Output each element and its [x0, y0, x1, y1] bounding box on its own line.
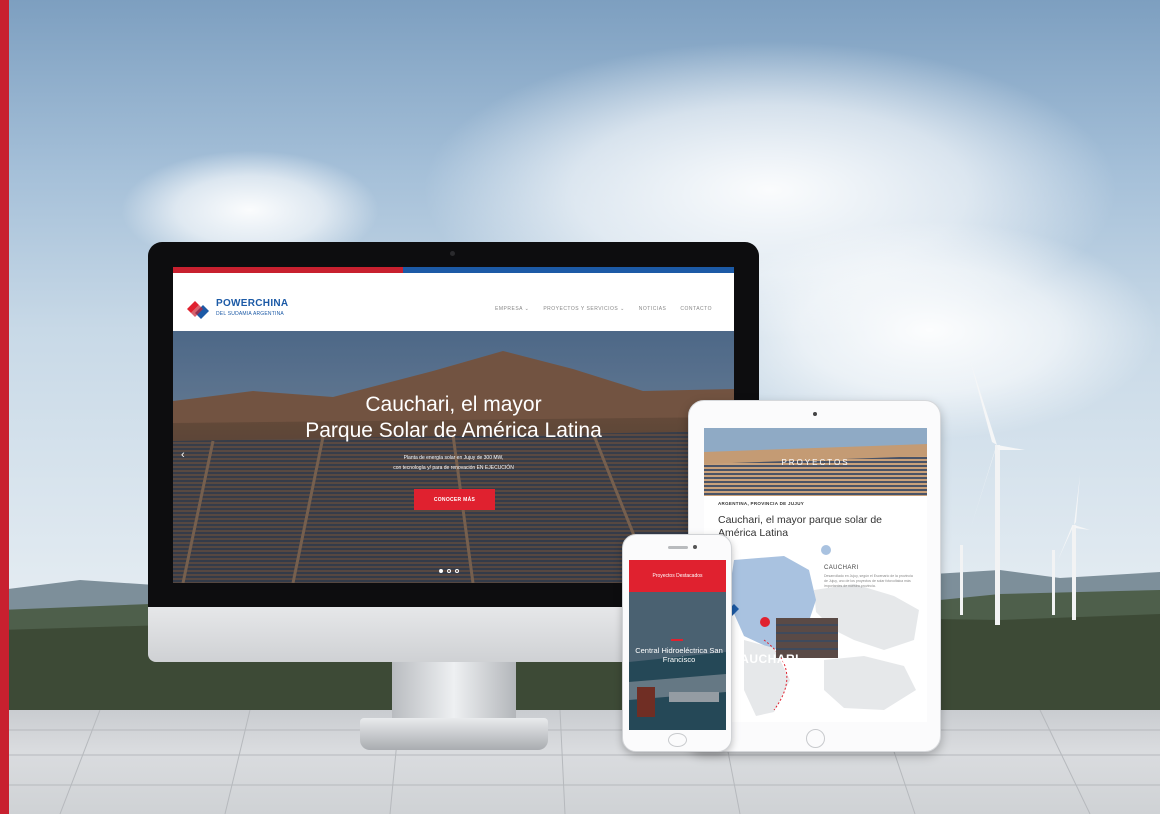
nav-item-contacto[interactable]: CONTACTO	[680, 306, 712, 312]
brand-name[interactable]: POWERCHINA	[216, 298, 288, 309]
prev-slide-arrow-icon[interactable]: ‹	[181, 449, 185, 461]
main-nav: EMPRESA ⌄ PROYECTOS Y SERVICIOS ⌄ NOTICI…	[495, 306, 712, 312]
article-meta: ARGENTINA, PROVINCIA DE JUJUY	[718, 501, 805, 506]
monitor-stand-foot	[360, 718, 548, 750]
nav-item-empresa[interactable]: EMPRESA ⌄	[495, 306, 529, 312]
phone-camera-icon	[693, 545, 697, 549]
article-title[interactable]: Cauchari, el mayor parque solar de Améri…	[718, 514, 918, 540]
powerchina-logo-icon[interactable]	[185, 299, 211, 319]
phone-tag	[671, 639, 683, 641]
tablet-home-button[interactable]	[806, 729, 825, 748]
brand-side-bar	[0, 0, 9, 814]
tablet-website: PROYECTOS ARGENTINA, PROVINCIA DE JUJUY …	[704, 428, 927, 722]
phone-home-button[interactable]	[668, 733, 687, 747]
slide-dot[interactable]	[447, 569, 451, 573]
phone-speaker	[668, 546, 688, 549]
nav-item-proyectos[interactable]: PROYECTOS Y SERVICIOS ⌄	[543, 306, 624, 312]
banner-label: PROYECTOS	[781, 458, 850, 467]
slide-dot[interactable]	[439, 569, 443, 573]
slide-dot[interactable]	[455, 569, 459, 573]
monitor-stand-neck	[392, 662, 516, 720]
hero-title-line1: Cauchari, el mayor	[365, 393, 542, 416]
nav-item-noticias[interactable]: NOTICIAS	[639, 306, 667, 312]
phone-section-header: Proyectos Destacados	[629, 560, 726, 592]
conocer-mas-button[interactable]: CONOCER MÁS	[414, 489, 495, 510]
phone-website: Proyectos Destacados Central Hidroeléctr…	[629, 560, 726, 730]
brand-subtitle: DEL SUDAMIA ARGENTINA	[216, 311, 284, 317]
project-map	[704, 540, 927, 722]
tablet-banner: PROYECTOS	[704, 428, 927, 496]
phone-device: Proyectos Destacados Central Hidroeléctr…	[622, 534, 732, 752]
hero-title-line2: Parque Solar de América Latina	[305, 419, 602, 442]
map-overlay-label: CAUCHARI	[731, 652, 799, 666]
hero-subtitle-line2: con tecnología y/ para de renovación EN …	[393, 465, 514, 471]
hero-subtitle-line1: Planta de energía solar en Jujuy de 300 …	[403, 455, 504, 461]
wind-turbines	[960, 360, 1090, 625]
slider-dots	[439, 569, 459, 573]
pavement-tiles	[0, 710, 1160, 814]
site-header: POWERCHINA DEL SUDAMIA ARGENTINA EMPRESA…	[173, 273, 734, 331]
tablet-camera-icon	[813, 412, 817, 416]
map-description: Desarrollado en Jujuy, según el Escenari…	[824, 574, 913, 588]
map-heading: CAUCHARI	[824, 565, 859, 571]
webcam-icon	[450, 251, 455, 256]
phone-hero: Central Hidroeléctrica San Francisco	[629, 592, 726, 730]
phone-project-title[interactable]: Central Hidroeléctrica San Francisco	[635, 646, 723, 664]
